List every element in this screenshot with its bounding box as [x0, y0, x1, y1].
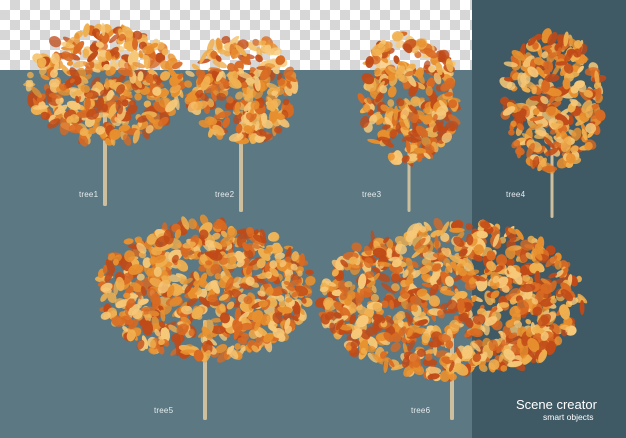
tree-4-label: tree4 — [506, 190, 526, 199]
tree-5-illustration — [95, 214, 316, 420]
leaf-cluster — [305, 269, 314, 275]
leaf-cluster — [421, 332, 431, 344]
leaf-cluster — [123, 238, 134, 245]
leaf-cluster — [82, 23, 90, 38]
tree-1-illustration — [23, 23, 187, 206]
leaf-cluster — [515, 147, 525, 156]
leaf-cluster — [387, 99, 395, 107]
tree-2-illustration — [184, 35, 299, 212]
tree-5-label: tree5 — [154, 406, 174, 415]
leaf-cluster — [49, 36, 62, 48]
leaf-cluster — [72, 60, 87, 68]
scene-canvas: tree1 tree2 tree3 tree4 tree5 tree6 Scen… — [0, 0, 626, 438]
brand-subtitle: smart objects — [543, 412, 594, 422]
brand-title: Scene creator — [516, 397, 597, 412]
trees-layer — [23, 23, 607, 420]
leaf-cluster — [243, 296, 253, 305]
tree-1-label: tree1 — [79, 190, 99, 199]
tree-3-label: tree3 — [362, 190, 382, 199]
tree-3-illustration — [357, 31, 461, 212]
tree-2-label: tree2 — [215, 190, 235, 199]
tree-6-illustration — [315, 217, 588, 420]
leaf-cluster — [185, 70, 195, 77]
leaf-cluster — [27, 71, 34, 79]
leaf-cluster — [134, 92, 142, 101]
leaf-cluster — [545, 106, 559, 117]
tree-6-label: tree6 — [411, 406, 431, 415]
leaf-cluster — [585, 122, 597, 134]
leaf-cluster — [390, 342, 401, 353]
leaf-cluster — [387, 85, 397, 98]
leaf-cluster — [508, 129, 515, 136]
leaf-cluster — [439, 370, 450, 383]
leaf-cluster — [269, 47, 283, 56]
leaf-cluster — [269, 231, 280, 242]
leaf-cluster — [548, 272, 558, 279]
